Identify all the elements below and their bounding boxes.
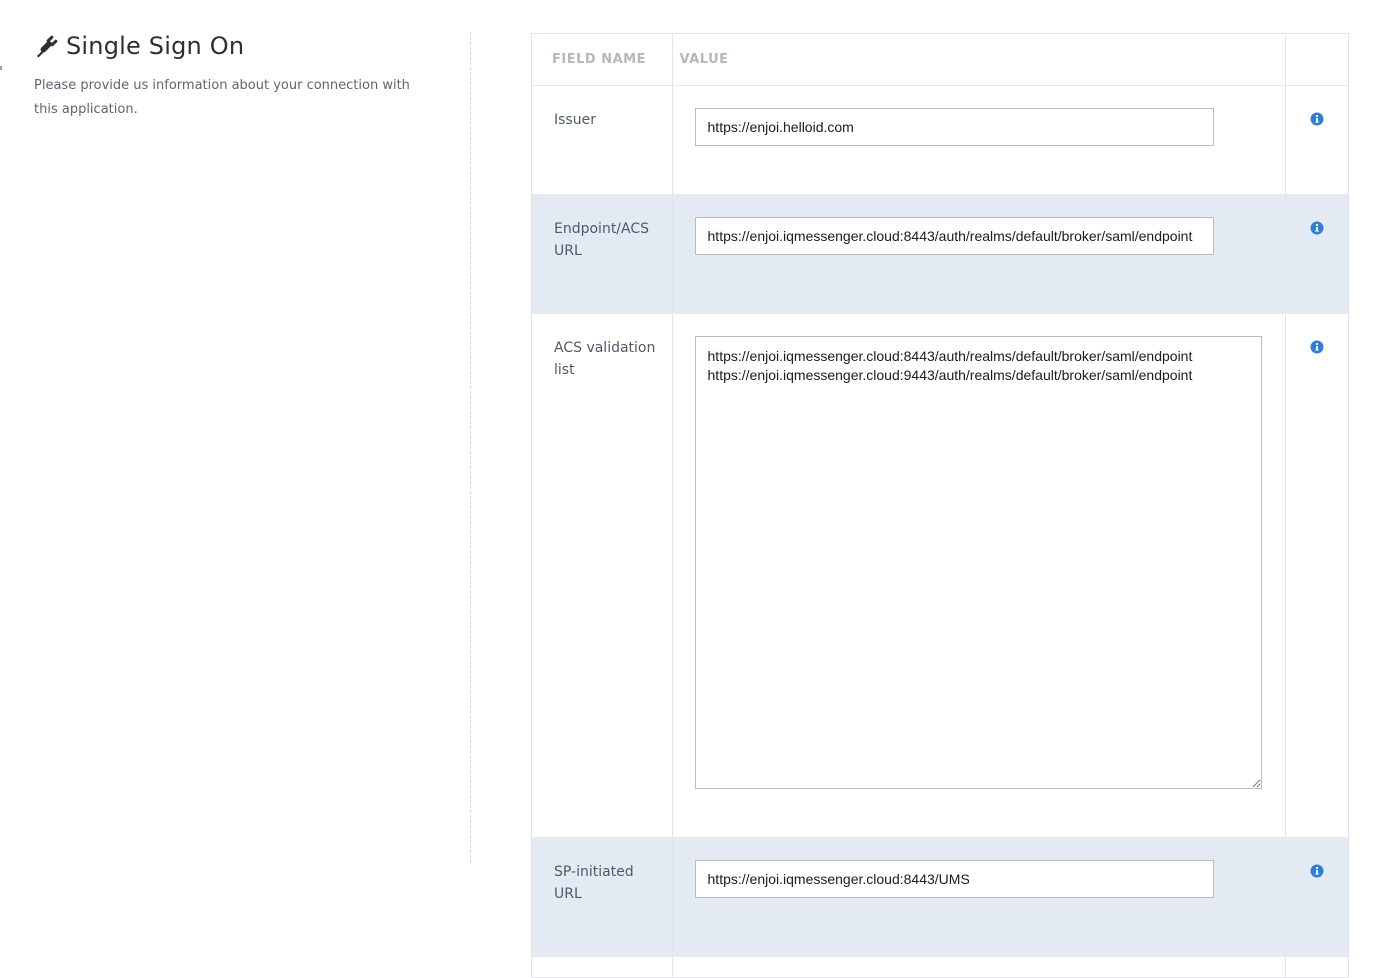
title-row: Single Sign On [34, 30, 454, 62]
table-row [531, 956, 1350, 978]
info-icon[interactable] [1310, 221, 1324, 235]
table-cell [531, 956, 673, 978]
field-label-issuer: Issuer [531, 85, 673, 195]
page-title: Single Sign On [66, 32, 245, 60]
left-edge-mark [0, 66, 2, 70]
info-icon[interactable] [1310, 112, 1324, 126]
table-cell [672, 956, 1286, 978]
section-intro: Single Sign On Please provide us informa… [34, 30, 454, 122]
section-divider [470, 32, 471, 863]
column-header-value: VALUE [672, 33, 1286, 86]
info-cell-sp-initiated [1285, 837, 1350, 957]
column-header-field-name: FIELD NAME [531, 33, 673, 86]
endpoint-acs-url-input[interactable] [694, 217, 1214, 255]
info-cell-endpoint [1285, 194, 1350, 314]
field-label-acs-validation: ACS validation list [531, 313, 673, 838]
table-row-issuer: Issuer [531, 85, 1350, 195]
value-cell-acs-validation: https://enjoi.iqmessenger.cloud:8443/aut… [672, 313, 1286, 838]
table-row-acs-validation: ACS validation list https://enjoi.iqmess… [531, 313, 1350, 838]
info-cell-issuer [1285, 85, 1350, 195]
page-description: Please provide us information about your… [34, 78, 410, 117]
sp-initiated-url-input[interactable] [694, 860, 1214, 898]
sso-config-table: FIELD NAME VALUE Issuer Endpoint/ACS URL [531, 33, 1350, 978]
info-icon[interactable] [1310, 340, 1324, 354]
field-label-endpoint: Endpoint/ACS URL [531, 194, 673, 314]
value-cell-endpoint [672, 194, 1286, 314]
acs-validation-list-textarea[interactable]: https://enjoi.iqmessenger.cloud:8443/aut… [694, 336, 1262, 789]
issuer-input[interactable] [694, 108, 1214, 146]
table-header-row: FIELD NAME VALUE [531, 33, 1350, 86]
field-label-sp-initiated: SP-initiated URL [531, 837, 673, 957]
info-icon[interactable] [1310, 864, 1324, 878]
table-row-endpoint: Endpoint/ACS URL [531, 194, 1350, 314]
column-header-info [1285, 33, 1350, 86]
table-row-sp-initiated: SP-initiated URL [531, 837, 1350, 957]
plug-icon [37, 35, 58, 58]
value-cell-issuer [672, 85, 1286, 195]
value-cell-sp-initiated [672, 837, 1286, 957]
table-cell [1285, 956, 1350, 978]
info-cell-acs-validation [1285, 313, 1350, 838]
